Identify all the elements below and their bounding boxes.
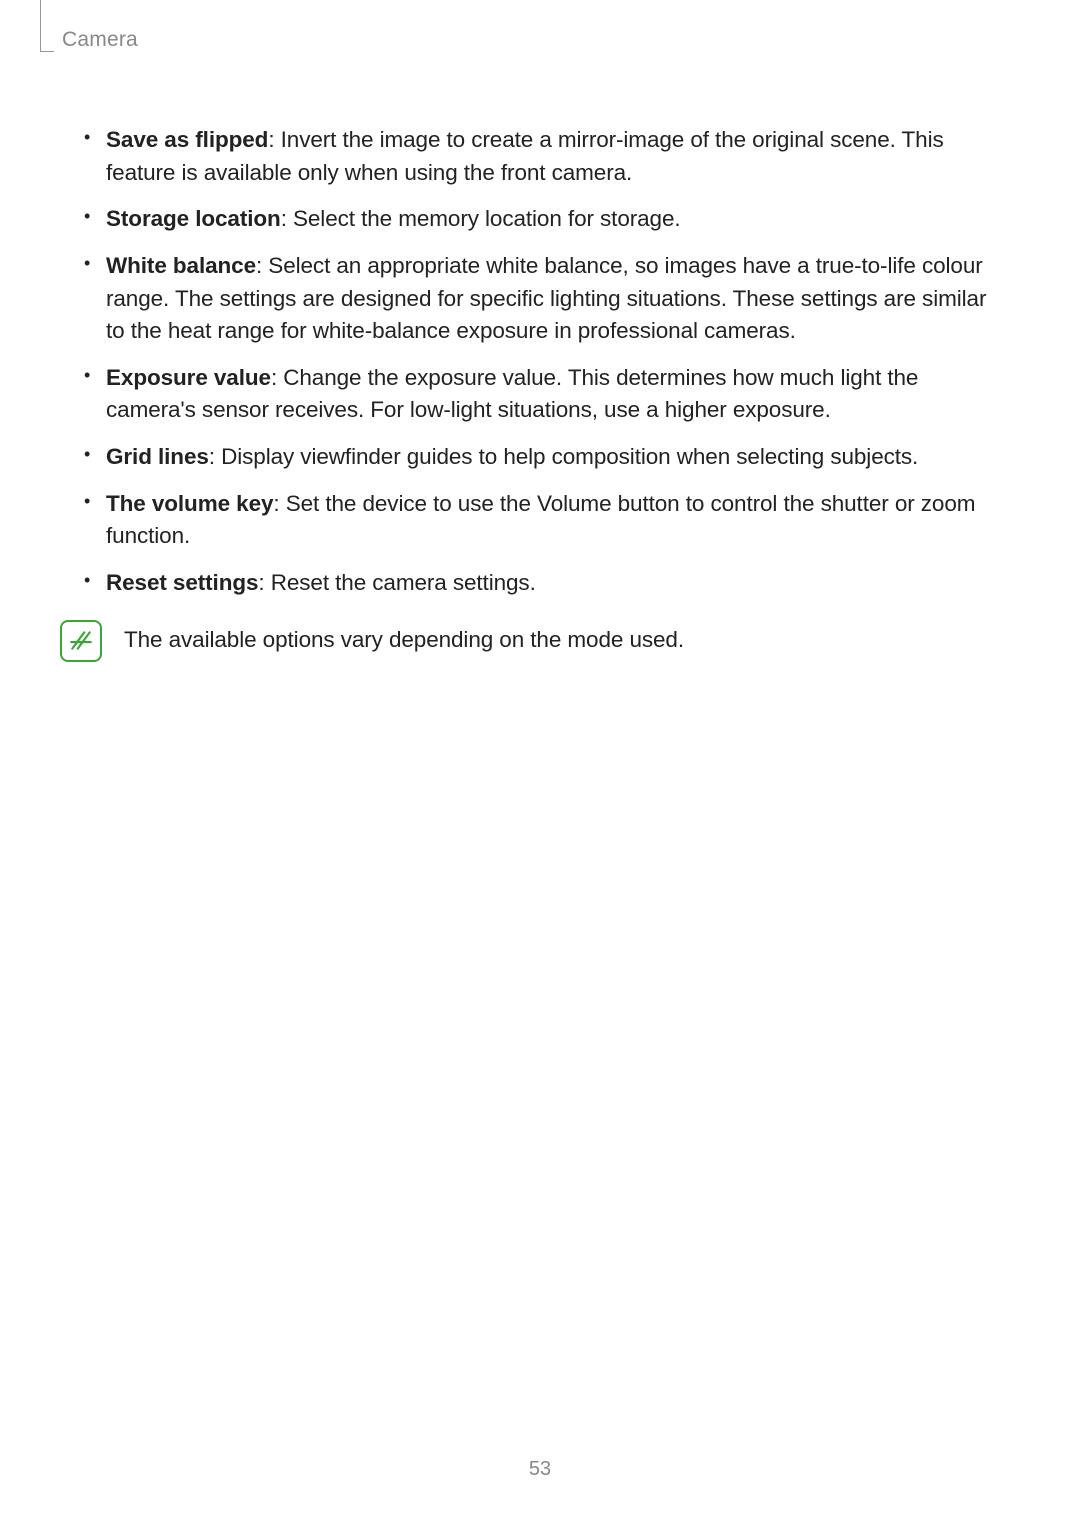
setting-term: Reset settings — [106, 570, 258, 595]
list-item: The volume key: Set the device to use th… — [74, 488, 1006, 553]
section-title: Camera — [62, 28, 1080, 52]
setting-term: Exposure value — [106, 365, 271, 390]
setting-term: Storage location — [106, 206, 281, 231]
setting-term: White balance — [106, 253, 256, 278]
note-callout: The available options vary depending on … — [60, 618, 1006, 662]
page-header: Camera — [0, 0, 1080, 52]
list-item: White balance: Select an appropriate whi… — [74, 250, 1006, 348]
settings-list: Save as flipped: Invert the image to cre… — [74, 124, 1006, 600]
page-number: 53 — [0, 1458, 1080, 1481]
list-item: Storage location: Select the memory loca… — [74, 203, 1006, 236]
list-item: Reset settings: Reset the camera setting… — [74, 567, 1006, 600]
setting-term: The volume key — [106, 491, 273, 516]
page-content: Save as flipped: Invert the image to cre… — [0, 52, 1080, 662]
setting-desc: : Select the memory location for storage… — [281, 206, 681, 231]
setting-desc: : Reset the camera settings. — [258, 570, 535, 595]
setting-desc: : Display viewfinder guides to help comp… — [209, 444, 918, 469]
setting-term: Grid lines — [106, 444, 209, 469]
list-item: Save as flipped: Invert the image to cre… — [74, 124, 1006, 189]
header-rule — [40, 0, 41, 52]
setting-term: Save as flipped — [106, 127, 268, 152]
note-text: The available options vary depending on … — [124, 618, 684, 657]
note-icon — [60, 620, 102, 662]
list-item: Grid lines: Display viewfinder guides to… — [74, 441, 1006, 474]
list-item: Exposure value: Change the exposure valu… — [74, 362, 1006, 427]
